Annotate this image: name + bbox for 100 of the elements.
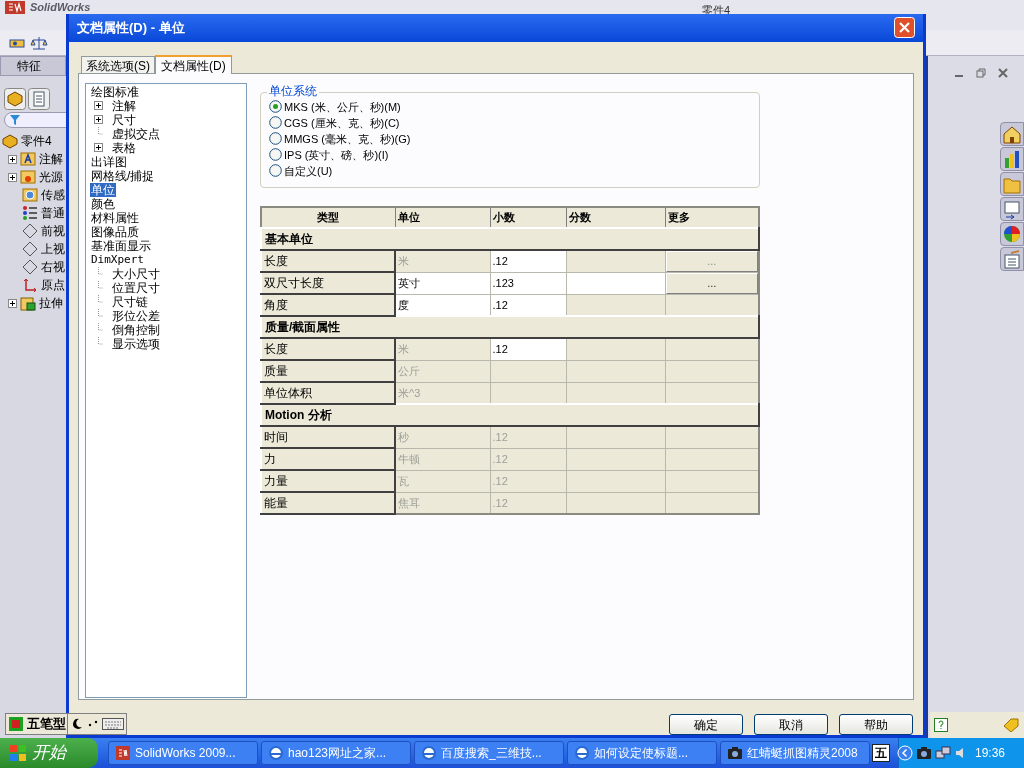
camera-icon[interactable] — [916, 745, 932, 761]
tree-item[interactable]: 上视 — [41, 240, 65, 258]
tree-item[interactable]: 拉伸 — [39, 294, 63, 312]
close-icon[interactable] — [998, 68, 1008, 78]
logo-icon — [4, 1, 26, 14]
tree-item[interactable]: 大小尺寸 — [111, 266, 161, 281]
help-icon — [934, 718, 948, 732]
taskbar-button[interactable]: hao123网址之家... — [261, 741, 411, 765]
folder-icon — [20, 169, 36, 185]
balance-icon — [30, 34, 48, 51]
tree-item[interactable]: 普通 — [41, 204, 65, 222]
taskbar-button[interactable]: 如何设定使标题... — [567, 741, 717, 765]
filter-icon — [9, 114, 21, 126]
tree-item[interactable]: 前视 — [41, 222, 65, 240]
tree-item[interactable]: 虚拟交点 — [111, 126, 161, 141]
dialog-button[interactable]: 帮助 — [839, 714, 913, 735]
table-cell: 力 — [261, 448, 395, 471]
window-title: 文档属性(D) - 单位 — [77, 19, 185, 38]
tree-item[interactable]: 尺寸链 — [111, 294, 149, 309]
browser-icon — [574, 745, 590, 761]
table-cell: 能量 — [261, 492, 395, 515]
tab[interactable]: 文档属性(D) — [155, 54, 232, 74]
table-cell: 长度 — [261, 249, 395, 273]
plane-icon — [22, 259, 38, 275]
table-cell: 角度 — [261, 294, 395, 317]
radio-button[interactable] — [269, 132, 282, 146]
tree-item[interactable]: 传感 — [41, 186, 65, 204]
tree-item[interactable]: 材料属性 — [90, 210, 140, 225]
tree-item[interactable]: 颜色 — [90, 196, 116, 211]
radio-button[interactable] — [269, 116, 282, 130]
radio-label: MKS (米、公斤、秒)(M) — [284, 99, 401, 114]
tree-item[interactable]: 零件4 — [21, 132, 52, 150]
app-icon — [115, 745, 131, 761]
dialog-button[interactable]: 确定 — [669, 714, 743, 735]
tree-item[interactable]: 尺寸 — [111, 112, 137, 127]
radio-label: 自定义(U) — [284, 163, 333, 178]
camera-icon — [727, 745, 743, 761]
radio-button[interactable] — [269, 100, 282, 114]
chevron-icon[interactable] — [897, 745, 913, 761]
tree-item[interactable]: 网格线/捕捉 — [90, 168, 156, 183]
tree-item[interactable]: 单位 — [90, 182, 116, 197]
browser-icon — [268, 745, 284, 761]
table-cell: 长度 — [261, 338, 395, 361]
table-cell: 力量 — [261, 470, 395, 493]
origin-icon — [22, 277, 38, 293]
tree-item[interactable]: 基准面显示 — [90, 238, 152, 253]
dialog-button[interactable]: 取消 — [754, 714, 828, 735]
radio-button[interactable] — [269, 164, 282, 178]
start-button[interactable]: 开始 — [0, 738, 98, 768]
layout-icon[interactable] — [1000, 197, 1024, 221]
tree-item[interactable]: 位置尺寸 — [111, 280, 161, 295]
expand-icon[interactable] — [8, 154, 17, 164]
taskbar-button[interactable]: 百度搜索_三维技... — [414, 741, 564, 765]
plane-icon — [22, 223, 38, 239]
taskbar-button[interactable]: SolidWorks 2009... — [108, 741, 258, 765]
part-icon[interactable] — [4, 88, 26, 110]
clock: 19:36 — [975, 745, 1006, 762]
table-cell: 质量 — [261, 360, 395, 383]
home-icon[interactable] — [1000, 122, 1024, 146]
plane-icon — [22, 241, 38, 257]
table-cell: 时间 — [261, 426, 395, 449]
tree-item[interactable]: 倒角控制 — [111, 322, 161, 337]
radio-button[interactable] — [269, 148, 282, 162]
keyboard-icon[interactable] — [102, 717, 124, 731]
column-header: 分数 — [566, 206, 665, 228]
tree-item[interactable]: 注解 — [39, 150, 63, 168]
expand-icon[interactable] — [8, 172, 17, 182]
restore-icon[interactable] — [976, 68, 986, 78]
tree-item[interactable]: 注解 — [111, 98, 137, 113]
table-cell: 双尺寸长度 — [261, 272, 395, 295]
tree-item[interactable]: 右视 — [41, 258, 65, 276]
radio-label: MMGS (毫米、克、秒)(G) — [284, 131, 411, 146]
chart-icon[interactable] — [1000, 147, 1024, 171]
expand-icon[interactable] — [94, 115, 103, 125]
tree-item[interactable]: DimXpert — [90, 252, 145, 267]
tree-item[interactable]: 绘图标准 — [90, 84, 140, 99]
tree-item[interactable]: 形位公差 — [111, 308, 161, 323]
ime-indicator[interactable]: 五 — [872, 744, 890, 762]
tree-item[interactable]: 表格 — [111, 140, 137, 155]
ime-mode-label[interactable]: 五笔型 — [26, 714, 68, 734]
network-icon[interactable] — [935, 745, 951, 761]
expand-icon[interactable] — [94, 143, 103, 153]
taskbar-button[interactable]: 红蜻蜓抓图精灵2008 — [720, 741, 870, 765]
table-cell: 单位体积 — [261, 382, 395, 405]
tree-item[interactable]: 显示选项 — [111, 336, 161, 351]
expand-icon[interactable] — [8, 298, 17, 308]
tree-item[interactable]: 出详图 — [90, 154, 128, 169]
radio-label: IPS (英寸、磅、秒)(I) — [284, 147, 389, 162]
tab[interactable]: 系统选项(S) — [81, 55, 155, 73]
radio-label: CGS (厘米、克、秒)(C) — [284, 115, 400, 130]
section-header: 基本单位 — [261, 227, 759, 250]
expand-icon[interactable] — [94, 101, 103, 111]
tree-item[interactable]: 图像品质 — [90, 224, 140, 239]
panel-tab[interactable]: 特征 — [0, 56, 66, 76]
notes-icon[interactable] — [1000, 247, 1024, 271]
tree-item[interactable]: 光源 — [39, 168, 63, 186]
moon-icon[interactable] — [70, 717, 84, 731]
tree-item[interactable]: 原点 — [41, 276, 65, 294]
property-icon[interactable] — [28, 88, 50, 110]
group-title: 单位系统 — [267, 83, 319, 98]
